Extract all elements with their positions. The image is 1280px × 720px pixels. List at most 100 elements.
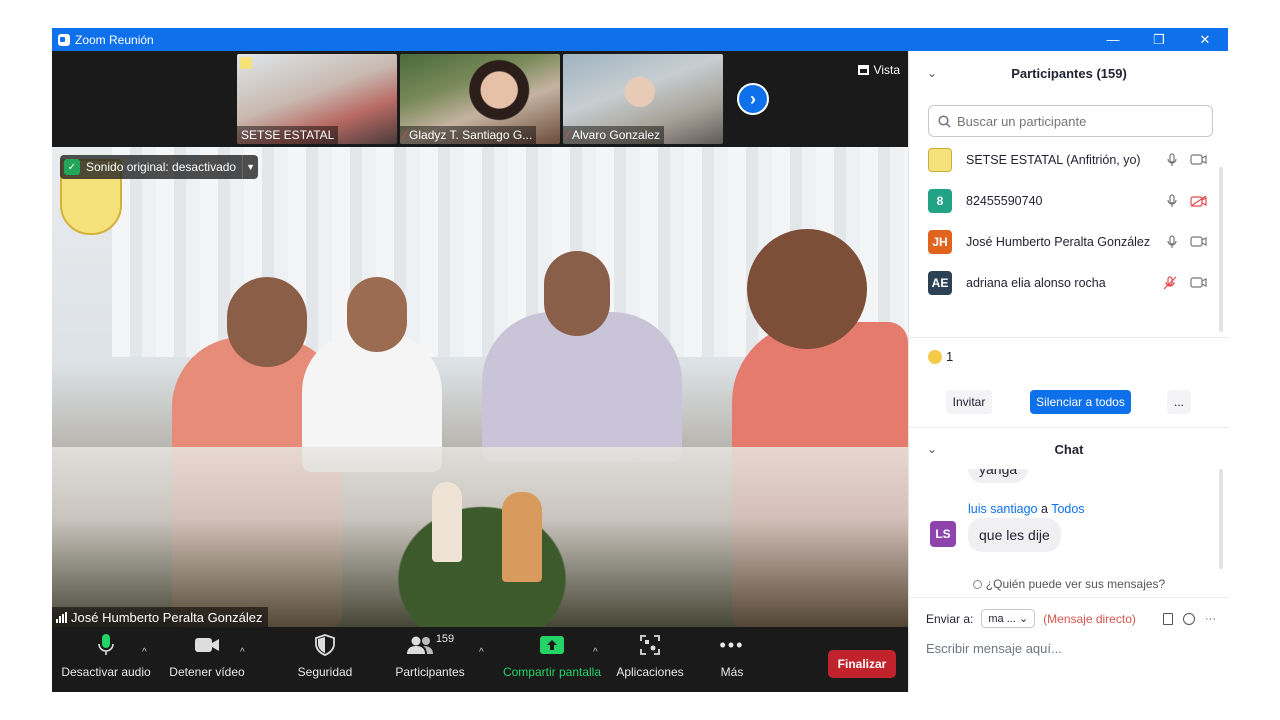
chat-message-bubble: yanga [968,469,1029,483]
share-screen-button[interactable]: Compartir pantalla [500,627,604,692]
signal-bars-icon [56,611,67,623]
invite-button[interactable]: Invitar [946,390,992,414]
video-camera-icon[interactable] [1190,154,1207,165]
minimize-button[interactable]: — [1090,28,1136,51]
video-camera-icon [194,627,220,663]
apps-button[interactable]: Aplicaciones [615,627,685,692]
search-input[interactable] [957,113,1197,129]
participant-row[interactable]: AE adriana elia alonso rocha [909,262,1229,303]
mute-all-button[interactable]: Silenciar a todos [1030,390,1131,414]
end-meeting-button[interactable]: Finalizar [828,650,896,678]
participant-name: adriana elia alonso rocha [966,275,1106,290]
who-can-see-link[interactable]: ¿Quién puede ver sus mensajes? [909,577,1229,591]
restore-button[interactable]: ❐ [1136,28,1182,51]
chat-scrollbar[interactable] [1219,469,1223,569]
chevron-down-icon[interactable]: ⌄ [927,442,937,456]
audio-options-caret[interactable]: ^ [142,647,147,658]
video-thumbnail[interactable]: ⁄ Alvaro Gonzalez [563,54,723,144]
mute-audio-label: Desactivar audio [61,665,151,679]
next-page-button[interactable]: › [737,83,769,115]
participant-search[interactable] [928,105,1213,137]
more-button[interactable]: ••• Más [712,627,752,692]
recipient-select[interactable]: ma ... ⌄ [981,609,1036,628]
file-icon[interactable] [1163,612,1173,625]
apps-label: Aplicaciones [616,665,684,679]
reaction-count: 1 [946,349,954,364]
send-to-label: Enviar a: [926,611,974,626]
meeting-toolbar: Desactivar audio ^ Detener vídeo ^ Segur… [52,627,908,692]
mute-audio-button[interactable]: Desactivar audio [61,627,151,692]
participant-row[interactable]: JH José Humberto Peralta González [909,221,1229,262]
video-thumbnail[interactable]: ⁄ Gladyz T. Santiago G... [400,54,560,144]
microphone-icon[interactable] [1167,152,1177,167]
person-lock-icon [972,580,982,589]
thumbnail-name: Gladyz T. Santiago G... [409,128,533,142]
participant-row[interactable]: SETSE ESTATAL (Anfitrión, yo) [909,139,1229,180]
chat-scroll-area: yanga [909,469,1229,486]
chevron-down-icon[interactable]: ⌄ [927,66,937,80]
chevron-right-icon: › [750,88,756,109]
participants-label: Participantes [395,665,465,679]
chat-sender-name[interactable]: luis santiago [968,502,1038,516]
stop-video-label: Detener vídeo [169,665,245,679]
more-label: Más [720,665,744,679]
zoom-window: Zoom Reunión — ❐ ✕ SETSE ESTATAL ⁄ Glady… [52,28,1229,692]
who-can-see-text: ¿Quién puede ver sus mensajes? [985,577,1166,591]
participants-options-caret[interactable]: ^ [479,647,484,658]
active-speaker-name: José Humberto Peralta González [71,609,263,625]
chat-title: Chat [1054,441,1084,457]
laughing-emoji-icon [928,349,942,364]
chat-compose-input[interactable]: Escribir mensaje aquí... [926,641,1062,656]
chat-avatar: LS [930,521,956,547]
participants-scrollbar[interactable] [1219,167,1223,332]
participant-head [347,277,407,352]
video-thumbnail-strip: SETSE ESTATAL ⁄ Gladyz T. Santiago G... … [52,51,908,147]
zoom-logo-icon [58,33,70,46]
more-dots-icon[interactable]: ··· [1205,613,1216,625]
participants-icon: 159 [406,627,454,663]
microphone-icon[interactable] [1167,193,1177,208]
participant-name: José Humberto Peralta González [966,234,1151,249]
participant-name: 82455590740 [966,193,1043,208]
security-button[interactable]: Seguridad [290,627,360,692]
mic-muted-icon[interactable] [1163,275,1177,290]
view-button[interactable]: Vista [857,63,900,77]
security-label: Seguridad [297,665,353,679]
share-options-caret[interactable]: ^ [593,647,598,658]
apps-icon [640,627,660,663]
divider [909,427,1229,428]
microphone-icon [97,627,115,663]
participant-head [544,251,610,336]
participants-button[interactable]: 159 Participantes [392,627,468,692]
video-camera-icon[interactable] [1190,236,1207,247]
thumbnail-name: Alvaro Gonzalez [572,128,661,142]
participant-name: SETSE ESTATAL (Anfitrión, yo) [966,152,1141,167]
close-button[interactable]: ✕ [1182,28,1228,51]
participant-row[interactable]: 8 82455590740 [909,180,1229,221]
video-thumbnail[interactable]: SETSE ESTATAL [237,54,397,144]
chat-sender-line: luis santiago a Todos [968,502,1085,516]
stop-video-button[interactable]: Detener vídeo [167,627,247,692]
title-bar: Zoom Reunión — ❐ ✕ [52,28,1228,51]
video-options-caret[interactable]: ^ [240,647,245,658]
main-video: ✓ Sonido original: desactivado ▼ José Hu… [52,147,908,627]
more-options-button[interactable]: ... [1167,390,1191,414]
video-camera-icon[interactable] [1190,277,1207,288]
reaction-indicator: 1 [928,349,953,364]
participants-title: Participantes (159) [1011,65,1127,81]
view-label: Vista [873,63,900,77]
original-sound-indicator[interactable]: ✓ Sonido original: desactivado ▼ [60,155,259,179]
chat-message-bubble: que les dije [968,518,1061,552]
view-grid-icon [857,65,869,75]
divider [909,597,1229,598]
nativity-figure [432,482,462,562]
participants-header: ⌄ Participantes (159) [909,53,1229,93]
chat-message-text: que les dije [979,527,1050,543]
chevron-down-icon[interactable]: ▼ [242,155,258,179]
participant-head [227,277,307,367]
emoji-icon[interactable] [1183,612,1195,625]
setse-logo-icon [240,57,252,69]
participant-head [747,229,867,349]
microphone-icon[interactable] [1167,234,1177,249]
video-off-icon[interactable] [1190,195,1207,207]
